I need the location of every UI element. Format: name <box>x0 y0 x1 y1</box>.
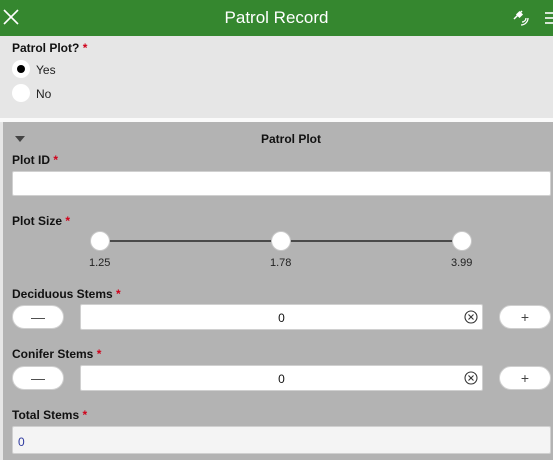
group-title[interactable]: Patrol Plot <box>3 132 553 146</box>
menu-icon[interactable] <box>543 11 553 25</box>
page-title: Patrol Record <box>224 8 329 27</box>
conifer-stems-input[interactable]: 0 <box>80 365 483 391</box>
conifer-decrement-button[interactable]: — <box>12 366 64 390</box>
clear-icon[interactable] <box>464 371 478 385</box>
plot-id-label: Plot ID * <box>12 153 59 167</box>
radio-no-label[interactable]: No <box>36 87 51 101</box>
plot-size-option-knob[interactable] <box>90 231 110 251</box>
plot-size-tick-label[interactable]: 1.78 <box>270 257 291 269</box>
required-mark: * <box>96 347 102 361</box>
plot-size-tick-label[interactable]: 1.25 <box>89 257 110 269</box>
required-mark: * <box>53 153 59 167</box>
deciduous-stems-label: Deciduous Stems * <box>12 287 121 301</box>
radio-no[interactable] <box>12 84 30 102</box>
plot-size-option-knob[interactable] <box>271 231 291 251</box>
app-header: Patrol Record <box>0 0 553 36</box>
conifer-stems-label: Conifer Stems * <box>12 347 102 361</box>
deciduous-stems-value: 0 <box>278 311 285 325</box>
required-mark: * <box>116 287 121 301</box>
plot-size-option-knob[interactable] <box>452 231 472 251</box>
radio-yes[interactable] <box>12 60 30 78</box>
patrol-plot-question: Patrol Plot? * Yes No <box>0 36 553 118</box>
conifer-stems-value: 0 <box>278 372 285 386</box>
plot-id-input[interactable] <box>12 171 551 196</box>
required-mark: * <box>65 214 71 228</box>
patrol-plot-group: Patrol Plot Plot ID * Plot Size * 1.25 1… <box>3 122 553 460</box>
clear-icon[interactable] <box>464 310 478 324</box>
plot-size-label: Plot Size * <box>12 214 71 228</box>
deciduous-increment-button[interactable]: + <box>499 305 551 329</box>
satellite-gps-icon[interactable] <box>511 8 531 28</box>
total-stems-label: Total Stems * <box>12 408 88 422</box>
deciduous-stems-input[interactable]: 0 <box>80 304 483 330</box>
patrol-plot-label: Patrol Plot? * <box>12 41 88 55</box>
required-mark: * <box>82 41 88 55</box>
plot-size-tick-label[interactable]: 3.99 <box>451 257 472 269</box>
deciduous-decrement-button[interactable]: — <box>12 305 64 329</box>
radio-yes-label[interactable]: Yes <box>36 63 56 77</box>
total-stems-field: 0 <box>12 426 551 454</box>
conifer-increment-button[interactable]: + <box>499 366 551 390</box>
required-mark: * <box>82 408 88 422</box>
radio-selected-dot <box>17 65 25 73</box>
